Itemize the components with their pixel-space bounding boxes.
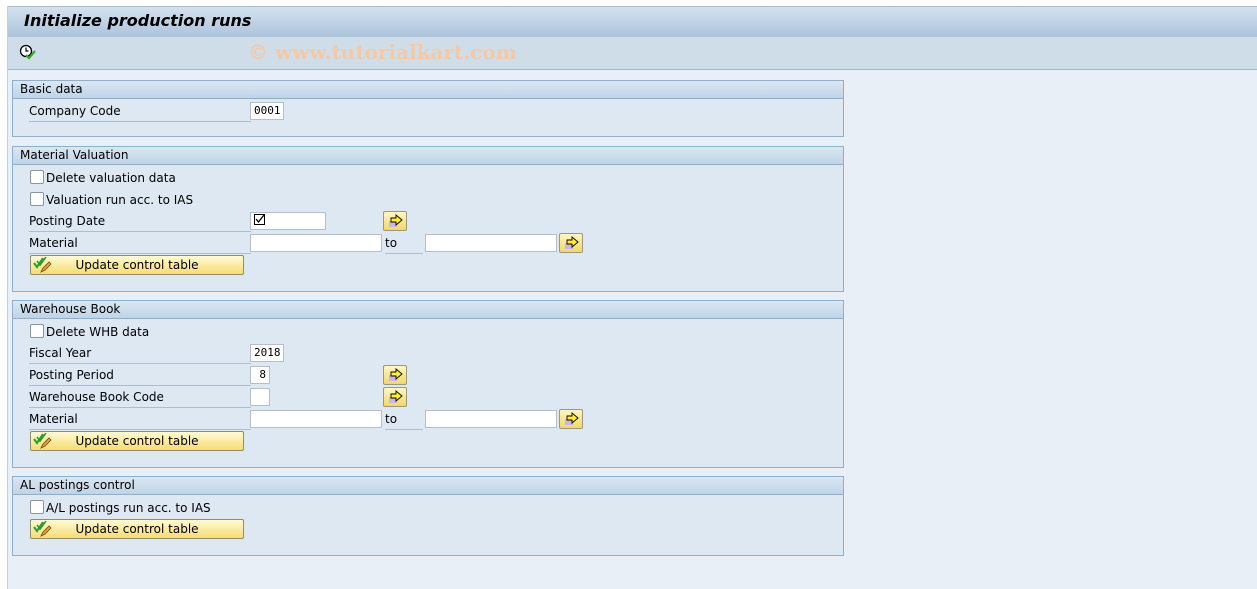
delete-valuation-label: Delete valuation data [46,171,176,185]
group-title: Basic data [13,81,843,99]
arrow-right-icon [565,412,579,425]
fiscal-year-input[interactable]: 2018 [250,344,284,362]
company-code-label: Company Code [29,101,251,122]
clock-check-icon [19,44,36,60]
update-button-label: Update control table [75,522,199,536]
fiscal-year-label: Fiscal Year [29,343,251,364]
al-ias-row: A/L postings run acc. to IAS [30,499,211,517]
check-pencil-icon [33,521,52,537]
sap-window: Initialize production runs © www.tutoria… [7,6,1257,589]
material-label: Material [29,409,251,430]
to-label: to [385,409,423,430]
whb-code-input[interactable] [250,388,270,406]
posting-date-label: Posting Date [29,211,251,232]
material-from-input[interactable] [250,234,382,252]
update-control-table-button[interactable]: Update control table [30,431,244,451]
whb-code-multiselect-button[interactable] [383,387,407,407]
posting-period-multiselect-button[interactable] [383,365,407,385]
update-control-table-button[interactable]: Update control table [30,519,244,539]
posting-period-label: Posting Period [29,365,251,386]
material-multiselect-button[interactable] [559,233,583,253]
valuation-ias-row: Valuation run acc. to IAS [30,191,193,209]
to-label: to [385,233,423,254]
arrow-right-icon [389,390,403,403]
whb-material-multiselect-button[interactable] [559,409,583,429]
group-title: Warehouse Book [13,301,843,319]
page-title: Initialize production runs [24,11,252,30]
material-label: Material [29,233,251,254]
group-title: AL postings control [13,477,843,495]
watermark-text: © www.tutorialkart.com [248,40,517,64]
material-to-input[interactable] [425,234,557,252]
posting-date-multiselect-button[interactable] [383,211,407,231]
update-button-label: Update control table [75,434,199,448]
check-pencil-icon [33,433,52,449]
group-al-postings-control: AL postings control A/L postings run acc… [12,476,844,556]
arrow-right-icon [565,236,579,249]
valuation-ias-label: Valuation run acc. to IAS [46,193,194,207]
title-bar: Initialize production runs [8,6,1257,38]
group-warehouse-book: Warehouse Book Delete WHB data Fiscal Ye… [12,300,844,468]
company-code-input[interactable]: 0001 [250,102,284,120]
group-basic-data: Basic data Company Code 0001 [12,80,844,137]
required-check-icon [254,214,265,225]
delete-valuation-checkbox[interactable] [30,170,44,184]
delete-whb-checkbox[interactable] [30,324,44,338]
arrow-right-icon [389,368,403,381]
execute-button[interactable] [18,43,40,63]
group-material-valuation: Material Valuation Delete valuation data… [12,146,844,292]
whb-code-label: Warehouse Book Code [29,387,251,408]
valuation-ias-checkbox[interactable] [30,192,44,206]
al-ias-checkbox[interactable] [30,500,44,514]
delete-whb-row: Delete WHB data [30,323,149,341]
update-control-table-button[interactable]: Update control table [30,255,244,275]
whb-material-from-input[interactable] [250,410,382,428]
check-pencil-icon [33,257,52,273]
delete-valuation-row: Delete valuation data [30,169,176,187]
update-button-label: Update control table [75,258,199,272]
posting-date-input[interactable] [250,212,326,230]
group-title: Material Valuation [13,147,843,165]
delete-whb-label: Delete WHB data [46,325,150,339]
arrow-right-icon [389,214,403,227]
al-ias-label: A/L postings run acc. to IAS [46,501,211,515]
posting-period-input[interactable]: 8 [250,366,270,384]
whb-material-to-input[interactable] [425,410,557,428]
application-toolbar: © www.tutorialkart.com [8,37,1257,70]
